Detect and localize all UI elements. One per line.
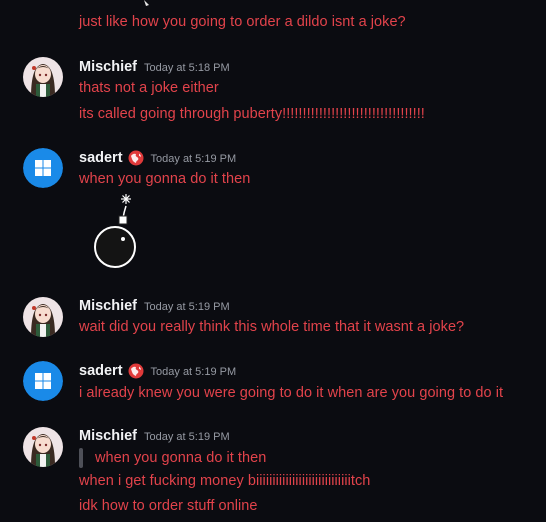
timestamp: Today at 5:19 PM	[144, 301, 230, 313]
anime-girl-avatar-icon	[23, 297, 63, 337]
timestamp: Today at 5:19 PM	[150, 366, 237, 378]
quote-bar	[79, 448, 83, 468]
globe-icon[interactable]	[128, 150, 144, 166]
message-text: thats not a joke either	[79, 80, 219, 96]
globe-icon[interactable]	[128, 363, 144, 379]
message-header: sadert Today at 5:19 PM	[79, 148, 236, 168]
avatar[interactable]	[23, 148, 63, 188]
avatar[interactable]	[23, 57, 63, 97]
avatar[interactable]	[23, 297, 63, 337]
quoted-text: when you gonna do it then	[95, 450, 267, 466]
windows-logo-avatar-icon	[23, 148, 63, 188]
timestamp: Today at 5:19 PM	[150, 153, 237, 165]
message-header: Mischief Today at 5:19 PM	[79, 296, 230, 316]
emoji-icon	[144, 0, 149, 6]
username[interactable]: sadert	[79, 361, 123, 381]
anime-girl-avatar-icon	[23, 427, 63, 467]
username[interactable]: sadert	[79, 148, 123, 168]
message-header: Mischief Today at 5:18 PM	[79, 57, 230, 77]
username[interactable]: Mischief	[79, 426, 137, 446]
username[interactable]: Mischief	[79, 296, 137, 316]
message-text: just like how you going to order a dildo…	[79, 14, 406, 30]
windows-logo-avatar-icon	[23, 361, 63, 401]
bomb-sticker-icon[interactable]	[90, 190, 142, 272]
chat-messages: just like how you going to order a dildo…	[0, 0, 546, 522]
avatar[interactable]	[23, 427, 63, 467]
timestamp: Today at 5:19 PM	[144, 431, 230, 443]
message-header: Mischief Today at 5:19 PM	[79, 426, 230, 446]
avatar[interactable]	[23, 361, 63, 401]
message-text: when i get fucking money biiiiiiiiiiiiii…	[79, 473, 371, 489]
message-header: sadert Today at 5:19 PM	[79, 361, 236, 381]
message-text: when you gonna do it then	[79, 171, 251, 187]
message-text: idk how to order stuff online	[79, 498, 258, 514]
message-text: i already knew you were going to do it w…	[79, 385, 504, 401]
username[interactable]: Mischief	[79, 57, 137, 77]
message-text: wait did you really think this whole tim…	[79, 319, 465, 335]
timestamp: Today at 5:18 PM	[144, 62, 230, 74]
message-text: its called going through puberty!!!!!!!!…	[79, 106, 425, 122]
anime-girl-avatar-icon	[23, 57, 63, 97]
